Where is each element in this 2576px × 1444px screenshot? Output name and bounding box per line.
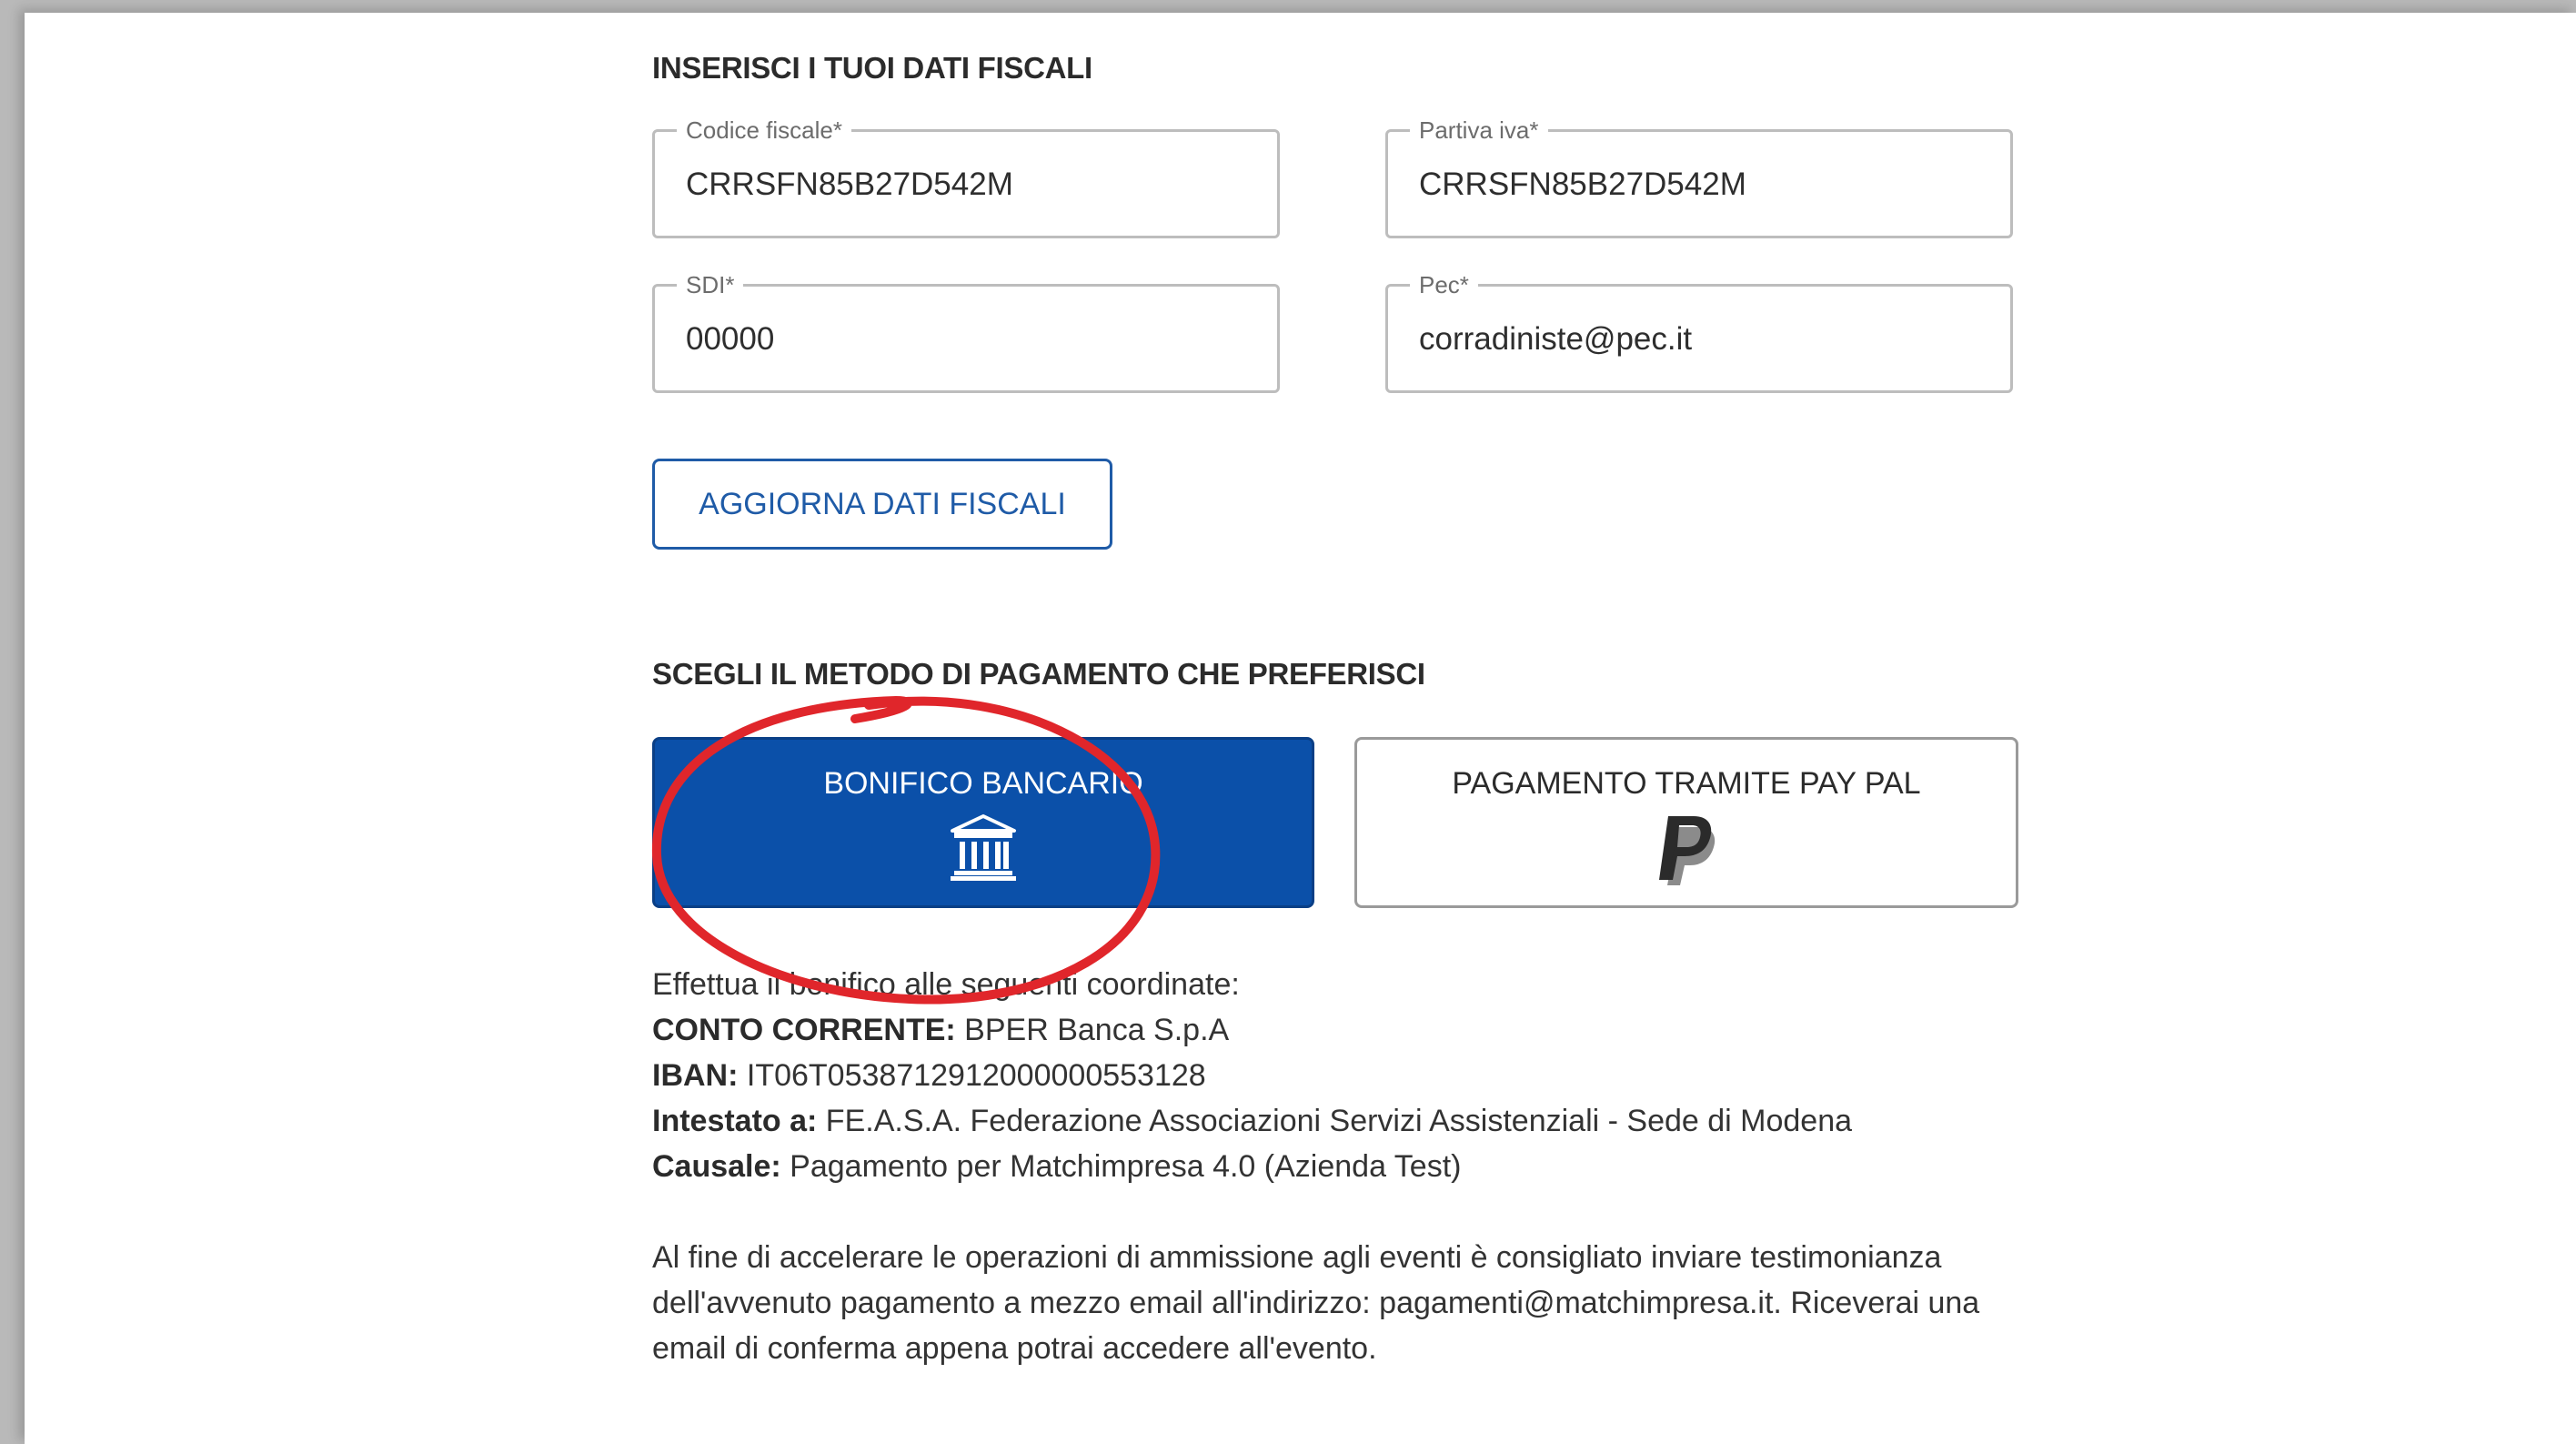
conto-corrente-value: BPER Banca S.p.A — [955, 1013, 1230, 1047]
pec-label: Pec* — [1410, 271, 1478, 298]
bank-transfer-option[interactable]: BONIFICO BANCARIO — [652, 737, 1314, 908]
intestato-value: FE.A.S.A. Federazione Associazioni Servi… — [817, 1104, 1853, 1138]
pec-field[interactable]: Pec* corradiniste@pec.it — [1385, 271, 2013, 393]
codice-fiscale-value[interactable]: CRRSFN85B27D542M — [686, 167, 1013, 203]
intestato-label: Intestato a: — [652, 1104, 818, 1138]
paypal-icon — [1652, 813, 1721, 890]
pec-value[interactable]: corradiniste@pec.it — [1419, 321, 1692, 358]
partita-iva-value[interactable]: CRRSFN85B27D542M — [1419, 167, 1746, 203]
intestato-row: Intestato a: FE.A.S.A. Federazione Assoc… — [652, 1098, 2018, 1144]
codice-fiscale-field[interactable]: Codice fiscale* CRRSFN85B27D542M — [652, 116, 1280, 238]
note-line-1: Al fine di accelerare le operazioni di a… — [652, 1240, 1942, 1275]
fiscal-data-title: INSERISCI I TUOI DATI FISCALI — [652, 51, 1092, 85]
causale-row: Causale: Pagamento per Matchimpresa 4.0 … — [652, 1144, 2018, 1189]
causale-value: Pagamento per Matchimpresa 4.0 (Azienda … — [780, 1149, 1462, 1184]
iban-value: IT06T0538712912000000553128 — [738, 1058, 1206, 1093]
payment-note: Al fine di accelerare le operazioni di a… — [652, 1235, 2018, 1371]
codice-fiscale-label: Codice fiscale* — [677, 116, 851, 144]
page-sheet: INSERISCI I TUOI DATI FISCALI Codice fis… — [25, 13, 2576, 1444]
payment-method-title: SCEGLI IL METODO DI PAGAMENTO CHE PREFER… — [652, 657, 1425, 691]
note-line-3: email di conferma appena potrai accedere… — [652, 1331, 1377, 1366]
iban-label: IBAN: — [652, 1058, 739, 1093]
update-fiscal-data-button[interactable]: AGGIORNA DATI FISCALI — [652, 459, 1112, 550]
sdi-value[interactable]: 00000 — [686, 321, 774, 358]
bank-icon — [947, 813, 1020, 886]
conto-corrente-row: CONTO CORRENTE: BPER Banca S.p.A — [652, 1007, 2018, 1053]
bank-transfer-label: BONIFICO BANCARIO — [823, 766, 1143, 801]
causale-label: Causale: — [652, 1149, 781, 1184]
sdi-label: SDI* — [677, 271, 744, 298]
partita-iva-label: Partiva iva* — [1410, 116, 1548, 144]
paypal-label: PAGAMENTO TRAMITE PAY PAL — [1452, 766, 1921, 801]
bank-transfer-details: Effettua il bonifico alle seguenti coord… — [652, 962, 2018, 1189]
note-line-2: dell'avvenuto pagamento a mezzo email al… — [652, 1286, 1980, 1320]
partita-iva-field[interactable]: Partiva iva* CRRSFN85B27D542M — [1385, 116, 2013, 238]
sdi-field[interactable]: SDI* 00000 — [652, 271, 1280, 393]
bank-intro: Effettua il bonifico alle seguenti coord… — [652, 967, 1240, 1002]
checkout-content: INSERISCI I TUOI DATI FISCALI Codice fis… — [652, 13, 2018, 1444]
conto-corrente-label: CONTO CORRENTE: — [652, 1013, 956, 1047]
paypal-option[interactable]: PAGAMENTO TRAMITE PAY PAL — [1354, 737, 2018, 908]
iban-row: IBAN: IT06T0538712912000000553128 — [652, 1053, 2018, 1098]
